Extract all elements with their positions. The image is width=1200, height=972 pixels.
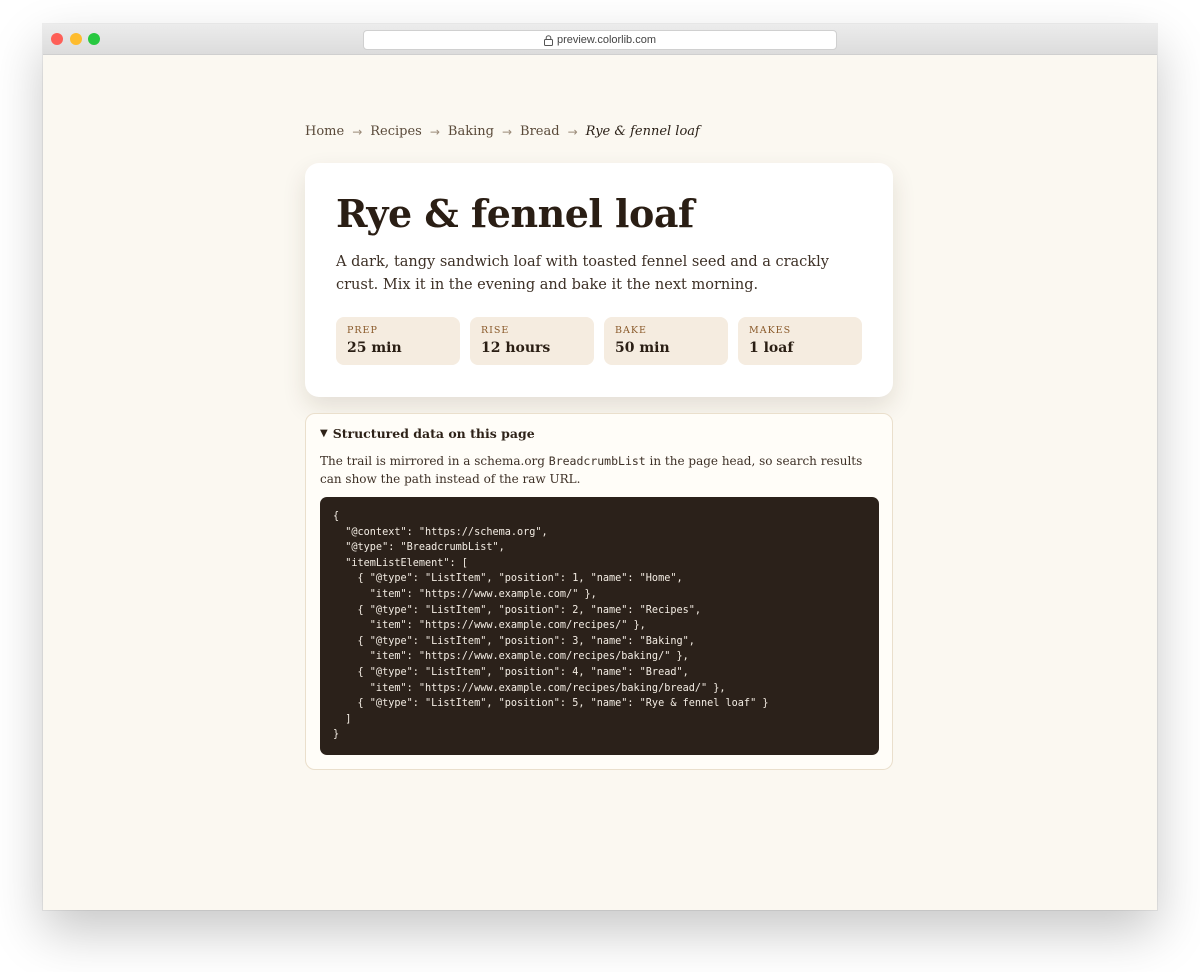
breadcrumb-separator: →: [501, 124, 513, 139]
recipe-stats: PREP 25 min RISE 12 hours BAKE 50 min MA…: [336, 317, 862, 365]
stat-value: 1 loaf: [749, 340, 794, 356]
json-ld-code-block: { "@context": "https://schema.org", "@ty…: [320, 497, 879, 755]
browser-window: preview.colorlib.com Home → Recipes → Ba…: [43, 24, 1157, 910]
structured-data-note: The trail is mirrored in a schema.org Br…: [320, 452, 880, 488]
stat-prep: PREP 25 min: [336, 317, 460, 365]
note-inline-code: BreadcrumbList: [548, 454, 646, 468]
close-window-button[interactable]: [51, 33, 63, 45]
recipe-description: A dark, tangy sandwich loaf with toasted…: [336, 254, 829, 293]
breadcrumb-recipes-link[interactable]: Recipes: [370, 124, 422, 139]
browser-titlebar: preview.colorlib.com: [43, 24, 1157, 55]
breadcrumb-home-link[interactable]: Home: [305, 124, 344, 139]
breadcrumb-baking-link[interactable]: Baking: [448, 124, 494, 139]
stat-label: MAKES: [749, 325, 792, 336]
address-bar[interactable]: preview.colorlib.com: [363, 30, 837, 50]
stat-label: RISE: [481, 325, 510, 336]
disclosure-triangle-icon: ▼: [320, 428, 328, 439]
breadcrumb: Home → Recipes → Baking → Bread → Rye & …: [305, 124, 700, 139]
stat-label: PREP: [347, 325, 378, 336]
stat-makes: MAKES 1 loaf: [738, 317, 862, 365]
breadcrumb-bread-link[interactable]: Bread: [520, 124, 560, 139]
stat-value: 25 min: [347, 340, 402, 356]
lock-icon: [543, 34, 553, 46]
stat-value: 12 hours: [481, 340, 551, 356]
structured-data-summary-label: Structured data on this page: [332, 426, 535, 441]
breadcrumb-separator: →: [567, 124, 578, 139]
minimize-window-button[interactable]: [70, 33, 82, 45]
breadcrumb-separator: →: [352, 124, 363, 139]
recipe-card: Rye & fennel loaf A dark, tangy sandwich…: [305, 163, 893, 397]
maximize-window-button[interactable]: [88, 33, 100, 45]
note-text-before: The trail is mirrored in a schema.org: [320, 454, 549, 468]
recipe-title: Rye & fennel loaf: [336, 191, 694, 236]
address-bar-url: preview.colorlib.com: [556, 34, 657, 46]
structured-data-details: ▼ Structured data on this page The trail…: [305, 413, 893, 770]
breadcrumb-current-page: Rye & fennel loaf: [585, 124, 700, 139]
stat-label: BAKE: [615, 325, 647, 336]
stat-bake: BAKE 50 min: [604, 317, 728, 365]
structured-data-summary[interactable]: ▼ Structured data on this page: [320, 426, 535, 441]
breadcrumb-separator: →: [429, 124, 440, 139]
stat-rise: RISE 12 hours: [470, 317, 594, 365]
stat-value: 50 min: [615, 340, 670, 356]
